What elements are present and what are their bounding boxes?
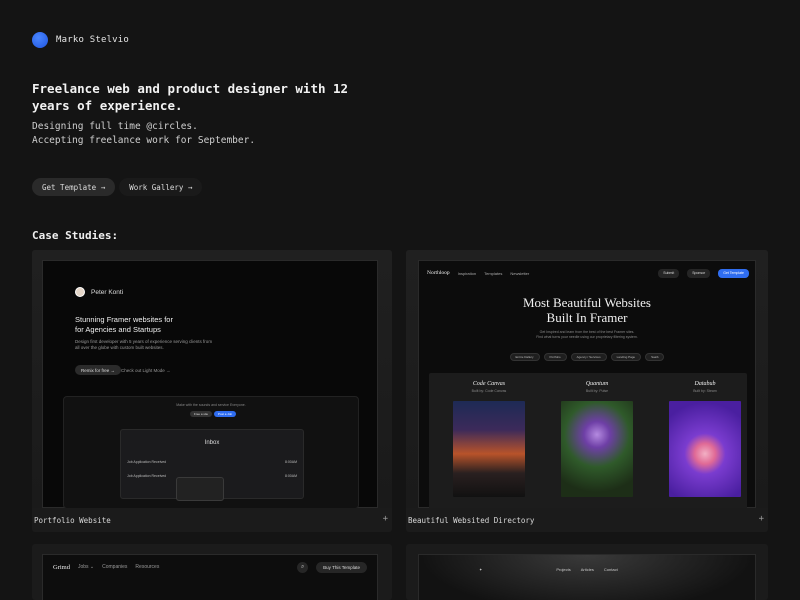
preview-headline: Stunning Framer websites for for Agencie…	[75, 315, 173, 335]
case-study-preview[interactable]: Peter Konti Stunning Framer websites for…	[32, 250, 392, 508]
preview-portfolio-site: Peter Konti Stunning Framer websites for…	[42, 260, 378, 508]
panel-text: Make with the sounds and service Everyon…	[176, 403, 246, 407]
gallery-item-title: Databub	[694, 381, 716, 387]
inbox-row-time: 8:00AM	[284, 460, 297, 464]
preview-remix-button: Remix for free →	[75, 365, 122, 375]
filter-tag: SaaS	[645, 353, 665, 361]
gallery-item: Databub Built by: Steam	[665, 381, 745, 497]
mushroom-image	[561, 401, 633, 497]
gallery-item-sub: Built by: Pulse	[585, 389, 609, 393]
preview-jobs-site: Grimd Jobs ⌄ Companies Resources ⌕ Buy T…	[42, 554, 378, 600]
preview-headline-1: Most Beautiful Websites	[523, 295, 651, 310]
preview-app-panel: Make with the sounds and service Everyon…	[63, 396, 359, 508]
inbox-title: Inbox	[204, 440, 220, 446]
preview-headline-1: Stunning Framer websites for	[75, 315, 173, 324]
case-study-card-directory[interactable]: Northloop Inspiration Templates Newslett…	[406, 250, 768, 532]
preview-nav-companies: Companies	[102, 564, 128, 570]
gallery-item: Code Canvas Built by: Code Canvas	[449, 381, 529, 497]
expand-plus-icon[interactable]: +	[759, 514, 764, 524]
case-studies-title: Case Studies:	[32, 229, 119, 242]
panel-pill-post: Post a Job	[214, 411, 236, 417]
case-study-card-jobs[interactable]: Grimd Jobs ⌄ Companies Resources ⌕ Buy T…	[32, 544, 392, 600]
preview-filter-tags: Entire Dallery Portfolio Agency / Servic…	[419, 353, 755, 361]
avatar	[32, 32, 48, 48]
preview-phone-mock	[176, 477, 224, 501]
inbox-row-time: 8:00AM	[284, 474, 297, 478]
preview-nav: Projects Articles Contact	[419, 567, 755, 572]
preview-profile: Peter Konti	[75, 287, 123, 297]
preview-nav-newsletter: Newsletter	[510, 270, 530, 276]
search-icon: ⌕	[297, 561, 309, 573]
preview-get-template-button: Get Template	[718, 268, 749, 278]
donut-image	[669, 401, 741, 497]
gallery-item-sub: Built by: Code Canvas	[471, 389, 507, 393]
hero-headline: Freelance web and product designer with …	[32, 81, 349, 113]
inbox-row-subject: Job Application Received	[127, 474, 167, 478]
hero-actions: Get Template → Work Gallery →	[32, 178, 203, 196]
case-study-label: Beautiful Websited Directory	[408, 516, 535, 525]
gallery-item-title: Quantum	[585, 381, 609, 387]
brand-name: Marko Stelvio	[56, 35, 130, 45]
inbox-row-subject: Job Application Received	[127, 460, 167, 464]
panel-pill-free: Free a site	[190, 411, 212, 417]
filter-tag: Agency / Services	[570, 353, 607, 361]
preview-submit-button: Submit	[658, 268, 680, 278]
hero-subline-1: Designing full time @circles.	[32, 121, 198, 132]
expand-plus-icon[interactable]: +	[383, 514, 388, 524]
preview-body: Design first developer with 5 years of e…	[75, 339, 213, 350]
preview-headline-2: Built In Framer	[546, 310, 628, 325]
city-car-image	[453, 401, 525, 497]
preview-sponsor-button: Sponsor	[687, 268, 711, 278]
gallery-item: Quantum Built by: Pulse	[557, 381, 637, 497]
preview-nav: Northloop Inspiration Templates Newslett…	[427, 267, 749, 279]
preview-nav-inspiration: Inspiration	[457, 270, 477, 276]
preview-headline: Most Beautiful Websites Built In Framer	[419, 295, 755, 325]
case-study-card-portfolio-dark[interactable]: ✦ Projects Articles Contact	[406, 544, 768, 600]
preview-nav-resources: Resources	[135, 564, 160, 570]
preview-body-2: Find what turns your needle using our pr…	[536, 335, 638, 339]
work-gallery-button[interactable]: Work Gallery →	[119, 178, 203, 196]
preview-directory-site: Northloop Inspiration Templates Newslett…	[418, 260, 756, 508]
preview-dark-portfolio-site: ✦ Projects Articles Contact	[418, 554, 756, 600]
profile-avatar	[75, 287, 85, 297]
preview-buy-template-button: Buy This Template	[316, 561, 367, 573]
preview-body: Get Inspired and learn from the best of …	[419, 330, 755, 340]
preview-gallery: Code Canvas Built by: Code Canvas Quantu…	[429, 373, 747, 508]
preview-nav-jobs: Jobs ⌄	[77, 564, 95, 570]
preview-logo: Grimd	[53, 563, 70, 571]
preview-nav-projects: Projects	[556, 567, 571, 572]
filter-tag: Landing Page	[610, 353, 642, 361]
preview-nav: Grimd Jobs ⌄ Companies Resources ⌕ Buy T…	[53, 561, 367, 573]
hero-subline-2: Accepting freelance work for September.	[32, 135, 256, 146]
gallery-item-sub: Built by: Steam	[693, 389, 717, 393]
get-template-button[interactable]: Get Template →	[32, 178, 116, 196]
preview-logo: Northloop	[427, 270, 450, 276]
preview-lightmode-link: Check out Light Mode →	[121, 367, 171, 373]
hero-subline: Designing full time @circles. Accepting …	[32, 120, 255, 148]
case-study-card-portfolio[interactable]: Peter Konti Stunning Framer websites for…	[32, 250, 392, 532]
preview-nav-templates: Templates	[484, 270, 503, 276]
preview-headline-2: for Agencies and Startups	[75, 325, 161, 334]
preview-name: Peter Konti	[91, 288, 124, 296]
gallery-item-title: Code Canvas	[472, 381, 506, 387]
brand[interactable]: Marko Stelvio	[32, 32, 129, 48]
inbox-row: Job Application Received 8:00AM	[127, 460, 297, 470]
filter-tag: Portfolio	[543, 353, 567, 361]
case-study-preview[interactable]: Northloop Inspiration Templates Newslett…	[406, 250, 768, 508]
filter-tag: Entire Dallery	[509, 353, 540, 361]
case-study-label: Portfolio Website	[34, 516, 111, 525]
preview-nav-contact: Contact	[603, 567, 618, 572]
preview-nav-articles: Articles	[580, 567, 594, 572]
